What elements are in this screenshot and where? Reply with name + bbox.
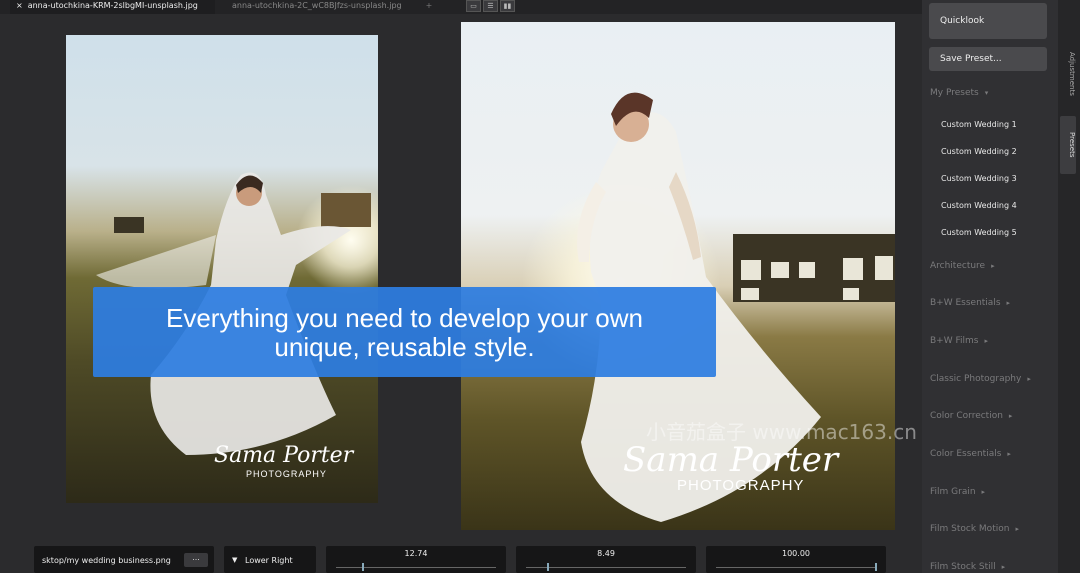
section-label: Film Stock Motion	[930, 524, 1010, 534]
slider-thumb[interactable]	[875, 563, 877, 571]
section-label: My Presets	[930, 88, 979, 98]
slider-track	[526, 567, 686, 568]
chevron-down-icon: ▼	[232, 556, 238, 564]
presets-panel: Quicklook Save Preset... My Presets ▾ Cus…	[922, 0, 1058, 573]
side-tab-strip: Adjustments Presets	[1058, 0, 1080, 573]
watermark-file-field[interactable]: sktop/my wedding business.png ...	[34, 546, 214, 573]
position-value: Lower Right	[245, 556, 293, 565]
slider-1[interactable]: 12.74	[326, 546, 506, 573]
chevron-right-icon: ▸	[1007, 450, 1011, 458]
section-category[interactable]: B+W Films ▸	[930, 336, 988, 346]
section-category[interactable]: Film Stock Motion ▸	[930, 524, 1019, 534]
section-category[interactable]: Film Grain ▸	[930, 487, 985, 497]
preview-image-right: Sama Porter PHOTOGRAPHY	[461, 22, 895, 530]
single-view-icon[interactable]: ▭	[466, 0, 481, 12]
caption-line-1: Everything you need to develop your own	[166, 303, 643, 333]
chevron-right-icon: ▸	[1001, 563, 1006, 571]
section-category[interactable]: Film Stock Still ▸	[930, 562, 1005, 572]
add-tab-icon[interactable]: +	[426, 1, 433, 10]
section-label: Classic Photography	[930, 374, 1022, 384]
section-my-presets[interactable]: My Presets ▾	[930, 88, 988, 98]
caption-line-2: unique, reusable style.	[274, 332, 535, 362]
slider-thumb[interactable]	[547, 563, 550, 571]
section-label: Color Essentials	[930, 449, 1002, 459]
tab-label: anna-utochkina-2C_wC8BJfzs-unsplash.jpg	[232, 1, 402, 10]
tab-image-2[interactable]: anna-utochkina-2C_wC8BJfzs-unsplash.jpg +	[232, 0, 442, 14]
chevron-right-icon: ▸	[1027, 375, 1031, 383]
position-dropdown[interactable]: ▼ Lower Right	[224, 546, 316, 573]
slider-value: 12.74	[404, 549, 428, 558]
section-label: B+W Films	[930, 336, 979, 346]
section-category[interactable]: Architecture ▸	[930, 261, 995, 271]
watermark-script: Sama Porter	[623, 440, 839, 480]
preview-image-left: Sama Porter PHOTOGRAPHY	[66, 35, 378, 503]
close-icon[interactable]: ×	[16, 1, 23, 10]
chevron-right-icon: ▸	[1006, 299, 1011, 307]
tab-presets[interactable]: Presets	[1060, 116, 1076, 174]
tab-label: anna-utochkina-KRM-2slbgMI-unsplash.jpg	[27, 1, 198, 10]
chevron-down-icon: ▾	[984, 89, 989, 97]
view-mode-switcher: ▭ ☰ ▮▮	[466, 0, 518, 13]
split-horizontal-icon[interactable]: ☰	[483, 0, 498, 12]
section-label: Architecture	[930, 261, 986, 271]
slider-value: 8.49	[597, 549, 615, 558]
section-label: Color Correction	[930, 411, 1003, 421]
chevron-right-icon: ▸	[1008, 412, 1013, 420]
preset-item[interactable]: Custom Wedding 2	[941, 147, 1017, 156]
watermark-subtitle: PHOTOGRAPHY	[246, 469, 327, 479]
section-category[interactable]: Classic Photography ▸	[930, 374, 1031, 384]
watermark-script: Sama Porter	[214, 443, 354, 468]
preset-item[interactable]: Custom Wedding 3	[941, 174, 1017, 183]
section-label: B+W Essentials	[930, 298, 1001, 308]
tab-adjustments[interactable]: Adjustments	[1060, 40, 1076, 108]
file-path-value: sktop/my wedding business.png	[42, 556, 171, 565]
slider-2[interactable]: 8.49	[516, 546, 696, 573]
site-watermark: 小音茄盒子 www.mac163.cn	[646, 420, 917, 444]
chevron-right-icon: ▸	[984, 337, 988, 345]
slider-3[interactable]: 100.00	[706, 546, 886, 573]
save-preset-button[interactable]: Save Preset...	[929, 47, 1047, 71]
quicklook-button[interactable]: Quicklook	[929, 3, 1047, 39]
caption-banner: Everything you need to develop your own …	[93, 287, 716, 377]
chevron-right-icon: ▸	[991, 262, 995, 270]
section-category[interactable]: B+W Essentials ▸	[930, 298, 1010, 308]
split-vertical-icon[interactable]: ▮▮	[500, 0, 515, 12]
section-label: Film Grain	[930, 487, 976, 497]
watermark-subtitle: PHOTOGRAPHY	[677, 477, 805, 494]
section-label: Film Stock Still	[930, 562, 996, 572]
section-category[interactable]: Color Correction ▸	[930, 411, 1012, 421]
chevron-right-icon: ▸	[1015, 525, 1019, 533]
tab-image-1[interactable]: × anna-utochkina-KRM-2slbgMI-unsplash.jpg	[10, 0, 215, 14]
preset-item[interactable]: Custom Wedding 1	[941, 120, 1017, 129]
chevron-right-icon: ▸	[981, 488, 986, 496]
slider-value: 100.00	[782, 549, 810, 558]
slider-track	[716, 567, 876, 568]
section-category[interactable]: Color Essentials ▸	[930, 449, 1011, 459]
preset-item[interactable]: Custom Wedding 5	[941, 228, 1017, 237]
slider-thumb[interactable]	[362, 563, 365, 571]
browse-button[interactable]: ...	[184, 553, 208, 567]
slider-track	[336, 567, 496, 568]
bride-figure	[96, 172, 351, 455]
preset-item[interactable]: Custom Wedding 4	[941, 201, 1017, 210]
tab-bar: × anna-utochkina-KRM-2slbgMI-unsplash.jpg…	[0, 0, 922, 14]
